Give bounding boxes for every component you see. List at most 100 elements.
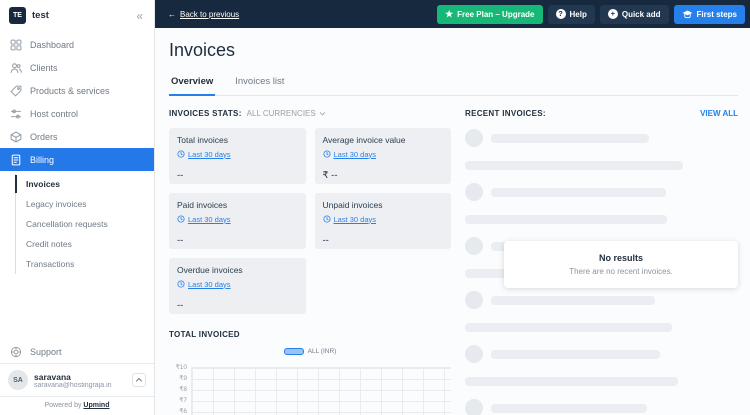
user-email: saravana@hostingraja.in xyxy=(34,381,112,389)
sidebar-item-products-services[interactable]: Products & services xyxy=(0,79,154,102)
skeleton-bar xyxy=(491,187,666,197)
stats-column: INVOICES STATS: ALL CURRENCIES Total inv… xyxy=(169,109,451,415)
skeleton-row xyxy=(465,210,738,228)
submenu-item-label: Legacy invoices xyxy=(26,199,87,209)
recent-invoices-header: RECENT INVOICES: VIEW ALL xyxy=(465,109,738,118)
submenu-item-cancellation-requests[interactable]: Cancellation requests xyxy=(16,214,154,234)
sidebar-item-label: Billing xyxy=(30,154,55,165)
workspace-name: test xyxy=(32,10,49,21)
sidebar-menu: Dashboard Clients Products & services Ho… xyxy=(0,30,154,171)
chevron-down-icon xyxy=(319,110,326,117)
box-icon xyxy=(10,131,22,143)
workspace-header: TE test « xyxy=(0,0,154,30)
stat-card-period-label: Last 30 days xyxy=(188,214,231,224)
help-button-label: Help xyxy=(569,9,587,19)
sidebar-item-billing[interactable]: Billing xyxy=(0,148,154,171)
total-invoiced-section: TOTAL INVOICED ALL (INR) ₹10 ₹9 ₹8 ₹7 ₹6 xyxy=(169,330,451,415)
stats-heading: INVOICES STATS: xyxy=(169,109,242,118)
stat-card-average-invoice-value: Average invoice value Last 30 days ₹ -- xyxy=(314,128,451,184)
tab-invoices-list[interactable]: Invoices list xyxy=(233,71,286,95)
skeleton-avatar xyxy=(465,345,483,363)
y-tick: ₹6 xyxy=(179,408,187,415)
sidebar-collapse-icon[interactable]: « xyxy=(136,10,146,22)
y-tick: ₹10 xyxy=(175,364,187,371)
no-results-message: There are no recent invoices. xyxy=(569,267,673,276)
sidebar-item-support[interactable]: Support xyxy=(0,340,154,363)
clients-icon xyxy=(10,62,22,74)
y-tick: ₹7 xyxy=(179,397,187,404)
tab-overview[interactable]: Overview xyxy=(169,71,216,96)
tab-bar: Overview Invoices list xyxy=(169,71,738,96)
stat-card-period-link[interactable]: Last 30 days xyxy=(177,150,231,159)
powered-by-footer: Powered by Upmind xyxy=(0,396,154,415)
dashboard-icon xyxy=(10,39,22,51)
no-results-card: No results There are no recent invoices. xyxy=(504,241,738,288)
sidebar-item-host-control[interactable]: Host control xyxy=(0,102,154,125)
stat-card-period-link[interactable]: Last 30 days xyxy=(322,214,377,224)
upmind-link[interactable]: Upmind xyxy=(83,402,109,409)
stat-card-period-label: Last 30 days xyxy=(188,149,231,159)
star-icon: ★ xyxy=(445,8,454,19)
sidebar: TE test « Dashboard Clients Products & s… xyxy=(0,0,155,415)
skeleton-bar xyxy=(491,133,650,143)
skeleton-row xyxy=(465,399,738,415)
stat-card-value: -- xyxy=(177,170,184,181)
skeleton-bar xyxy=(465,160,684,170)
y-tick: ₹8 xyxy=(179,386,187,393)
chevron-up-icon xyxy=(135,376,143,384)
user-expand-button[interactable] xyxy=(132,373,146,387)
legend-label: ALL (INR) xyxy=(307,348,337,355)
user-name: saravana xyxy=(34,371,71,382)
chart-grid xyxy=(191,367,451,415)
skeleton-row xyxy=(465,183,738,201)
sidebar-item-label: Products & services xyxy=(30,85,110,96)
stat-card-period-link[interactable]: Last 30 days xyxy=(177,215,231,224)
clock-icon xyxy=(177,150,185,158)
stat-card-period-label: Last 30 days xyxy=(333,214,377,224)
help-icon: ? xyxy=(555,9,566,19)
total-invoiced-chart: ₹10 ₹9 ₹8 ₹7 ₹6 ₹5 xyxy=(169,362,451,415)
submenu-item-transactions[interactable]: Transactions xyxy=(16,254,154,274)
skeleton-avatar xyxy=(465,399,483,415)
sidebar-item-dashboard[interactable]: Dashboard xyxy=(0,33,154,56)
sliders-icon xyxy=(10,108,22,120)
first-steps-button[interactable]: First steps xyxy=(673,4,745,24)
skeleton-bar xyxy=(491,349,661,359)
sidebar-item-clients[interactable]: Clients xyxy=(0,56,154,79)
sidebar-item-label: Support xyxy=(30,346,62,357)
stat-card-period-link[interactable]: Last 30 days xyxy=(177,280,231,289)
stat-card-period-link[interactable]: Last 30 days xyxy=(322,150,376,159)
chart-legend: ALL (INR) xyxy=(169,348,451,355)
skeleton-avatar xyxy=(465,291,483,309)
submenu-item-legacy-invoices[interactable]: Legacy invoices xyxy=(16,194,154,214)
quick-add-button[interactable]: + Quick add xyxy=(599,4,669,24)
sidebar-item-orders[interactable]: Orders xyxy=(0,125,154,148)
view-all-link[interactable]: VIEW ALL xyxy=(700,109,738,118)
currency-filter-dropdown[interactable]: ALL CURRENCIES xyxy=(247,109,326,118)
no-results-title: No results xyxy=(598,253,643,263)
legend-swatch xyxy=(283,348,304,355)
recent-invoices-heading: RECENT INVOICES: xyxy=(465,109,546,118)
stat-card-title: Overdue invoices xyxy=(177,265,243,275)
stat-card-period-label: Last 30 days xyxy=(188,279,231,289)
skeleton-avatar xyxy=(465,183,483,201)
submenu-item-credit-notes[interactable]: Credit notes xyxy=(16,234,154,254)
topbar: ← Back to previous ★ Free Plan – Upgrade… xyxy=(155,0,750,28)
avatar: SA xyxy=(8,370,28,390)
back-to-previous-link[interactable]: ← Back to previous xyxy=(168,10,239,19)
skeleton-bar xyxy=(491,403,647,413)
stat-card-title: Average invoice value xyxy=(322,135,406,145)
stat-card-title: Unpaid invoices xyxy=(322,200,383,210)
user-menu[interactable]: SA saravana saravana@hostingraja.in xyxy=(0,363,154,396)
upgrade-button[interactable]: ★ Free Plan – Upgrade xyxy=(437,4,543,24)
clock-icon xyxy=(322,150,331,158)
main-content: Invoices Overview Invoices list INVOICES… xyxy=(155,28,750,415)
workspace-logo: TE xyxy=(9,7,26,24)
skeleton-avatar xyxy=(465,129,483,147)
help-button[interactable]: ? Help xyxy=(547,4,595,24)
first-steps-button-label: First steps xyxy=(696,9,737,19)
submenu-item-invoices[interactable]: Invoices xyxy=(14,174,154,194)
content-column: ← Back to previous ★ Free Plan – Upgrade… xyxy=(155,0,750,415)
clock-icon xyxy=(177,280,185,288)
currency-filter-label: ALL CURRENCIES xyxy=(246,109,316,118)
